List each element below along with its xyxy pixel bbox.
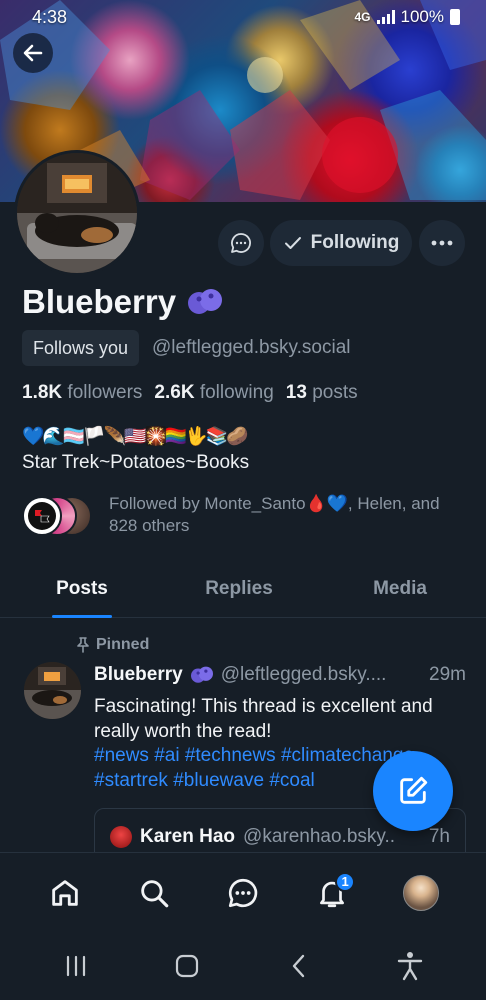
quoted-author-handle: @karenhao.bsky.. (243, 826, 396, 847)
following-button[interactable]: Following (270, 220, 412, 266)
message-button[interactable] (218, 220, 264, 266)
profile-display-name: Blueberry (22, 283, 224, 321)
status-time: 4:38 (32, 6, 68, 27)
blueberry-icon (190, 666, 213, 683)
posts-label: posts (312, 382, 358, 403)
recents-icon (66, 955, 85, 977)
bottom-navigation: 1 (0, 852, 486, 932)
followed-by-text[interactable]: Followed by Monte_Santo🩸💙, Helen, and 82… (109, 493, 469, 537)
nav-search[interactable] (129, 868, 179, 918)
chat-icon (228, 878, 258, 907)
tab-replies[interactable]: Replies (164, 560, 314, 617)
antifa-flag-icon (28, 502, 56, 530)
chat-bubble-icon (231, 233, 251, 253)
post-header: Blueberry @leftlegged.bsky.... 29m (94, 664, 466, 686)
posts-count: 13 (285, 382, 307, 403)
signal-icon (376, 10, 395, 24)
following-stat[interactable]: 2.6K following (154, 382, 273, 404)
check-icon (284, 237, 301, 249)
home-icon (51, 879, 78, 906)
quoted-author-name: Karen Hao (140, 826, 236, 847)
bio-emoji: 💙🌊🏳️‍⚧️🏳️🪶🇺🇸🎇🏳️‍🌈🖖📚🥔 (22, 426, 249, 446)
tab-media[interactable]: Media (314, 560, 486, 617)
quoted-post-header: Karen Hao @karenhao.bsky.. 7h (110, 826, 450, 848)
profile-handle: @leftlegged.bsky.social (152, 337, 351, 358)
tab-posts[interactable]: Posts (0, 560, 164, 617)
post-text: Fascinating! This thread is excellent an… (94, 696, 433, 742)
follower-avatar (22, 496, 62, 536)
nav-profile[interactable] (396, 868, 446, 918)
nav-chat[interactable] (218, 868, 268, 918)
follows-you-badge: Follows you (22, 330, 140, 366)
post-author-handle: @leftlegged.bsky.... (220, 664, 387, 685)
post-timestamp: 29m (429, 664, 466, 685)
compose-button[interactable] (373, 751, 453, 831)
followers-label: followers (67, 382, 143, 403)
back-system-button[interactable] (269, 941, 329, 991)
profile-stats: 1.8K followers 2.6K following 13 posts (22, 382, 358, 404)
nav-home[interactable] (40, 868, 90, 918)
following-label: Following (310, 232, 400, 253)
following-count: 2.6K (154, 382, 195, 403)
blueberry-icon (188, 289, 223, 314)
following-stat-label: following (199, 382, 274, 403)
home-system-button[interactable] (157, 941, 217, 991)
post-author-name[interactable]: Blueberry (94, 664, 183, 686)
pin-icon (77, 637, 89, 653)
chevron-left-icon (292, 954, 304, 978)
ellipsis-icon (431, 240, 453, 246)
post-avatar-photo (24, 662, 81, 719)
back-button[interactable] (13, 33, 53, 73)
pinned-indicator: Pinned (76, 636, 149, 654)
more-options-button[interactable] (419, 220, 465, 266)
posts-stat: 13 posts (286, 382, 358, 404)
network-type: 4G (354, 10, 371, 24)
avatar-dog-photo (17, 153, 137, 273)
nav-notifications[interactable]: 1 (307, 868, 357, 918)
accessibility-icon (398, 952, 423, 981)
compose-pencil-icon (400, 776, 428, 804)
notifications-badge: 1 (335, 871, 356, 892)
status-bar: 4:38 4G 100% (0, 0, 486, 34)
arrow-left-icon (23, 44, 43, 62)
followed-by-avatars[interactable] (22, 496, 102, 536)
recent-apps-button[interactable] (46, 941, 106, 991)
quoted-author-avatar (110, 826, 132, 848)
home-square-icon (176, 954, 199, 978)
accessibility-button[interactable] (380, 941, 440, 991)
search-icon (141, 879, 169, 907)
profile-avatar[interactable] (14, 150, 140, 276)
profile-tabs: Posts Replies Media (0, 560, 486, 618)
battery-percent: 100% (400, 7, 444, 26)
battery-icon (450, 9, 460, 25)
display-name-text: Blueberry (22, 283, 177, 320)
status-indicators: 4G 100% (354, 7, 460, 27)
user-avatar (403, 874, 440, 911)
followers-stat[interactable]: 1.8K followers (22, 382, 142, 404)
pinned-label: Pinned (96, 636, 150, 653)
quoted-post-time: 7h (428, 826, 450, 847)
system-navigation-bar (0, 932, 486, 1000)
followers-count: 1.8K (22, 382, 63, 403)
post-author-avatar[interactable] (24, 662, 81, 719)
bio-text: Star Trek~Potatoes~Books (22, 452, 250, 473)
